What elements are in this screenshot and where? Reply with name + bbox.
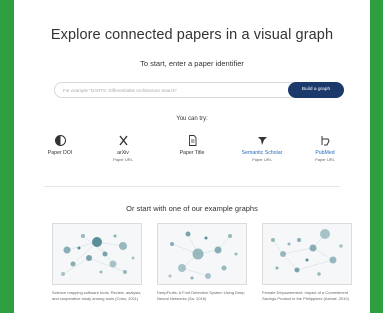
example-graph-card[interactable]: Science mapping software tools: Review, … [52, 223, 142, 301]
paper-identifier-input[interactable] [54, 82, 300, 98]
build-graph-button[interactable]: Build a graph [288, 82, 344, 98]
option-label: Paper Title [179, 150, 205, 156]
page-title: Explore connected papers in a visual gra… [50, 27, 334, 43]
example-caption[interactable]: Female Empowerment: Impact of a Commitme… [262, 290, 352, 301]
examples-heading: Or start with one of our example graphs [126, 204, 258, 213]
option-pubmed[interactable]: PubMed Paper URL [295, 134, 355, 162]
option-paper-doi[interactable]: Paper DOI [30, 134, 90, 156]
example-graph-card[interactable]: DeepFruits: A Fruit Detection System Usi… [157, 223, 247, 301]
semantic-scholar-icon [257, 137, 267, 145]
main-panel: Explore connected papers in a visual gra… [14, 0, 370, 313]
document-icon [188, 135, 196, 146]
option-paper-title[interactable]: Paper Title [162, 134, 222, 156]
section-divider [44, 186, 340, 187]
option-semantic-scholar[interactable]: Semantic Scholar Paper URL [232, 134, 292, 162]
pubmed-icon [321, 136, 330, 146]
arxiv-icon [118, 135, 128, 146]
option-arxiv[interactable]: arXiv Paper URL [93, 134, 153, 162]
option-sub-label: Paper URL [315, 157, 335, 162]
option-sub-label: Paper URL [252, 157, 272, 162]
search-row: Build a graph [54, 82, 344, 98]
doi-icon [54, 135, 66, 146]
example-graph-thumbnail[interactable] [52, 223, 142, 285]
example-graph-card[interactable]: Female Empowerment: Impact of a Commitme… [262, 223, 352, 301]
identifier-options: Paper DOI arXiv Paper URL Paper Title Se… [14, 134, 370, 174]
option-label: Paper DOI [47, 150, 73, 156]
option-label: PubMed [315, 150, 335, 156]
example-caption[interactable]: Science mapping software tools: Review, … [52, 290, 142, 301]
example-caption[interactable]: DeepFruits: A Fruit Detection System Usi… [157, 290, 247, 301]
option-sub-label: Paper URL [113, 157, 133, 162]
option-label: Semantic Scholar [241, 150, 283, 156]
example-graph-thumbnail[interactable] [262, 223, 352, 285]
page-subtitle: To start, enter a paper identifier [140, 59, 244, 68]
option-label: arXiv [117, 150, 129, 156]
example-graph-thumbnail[interactable] [157, 223, 247, 285]
can-try-label: You can try: [176, 116, 208, 122]
